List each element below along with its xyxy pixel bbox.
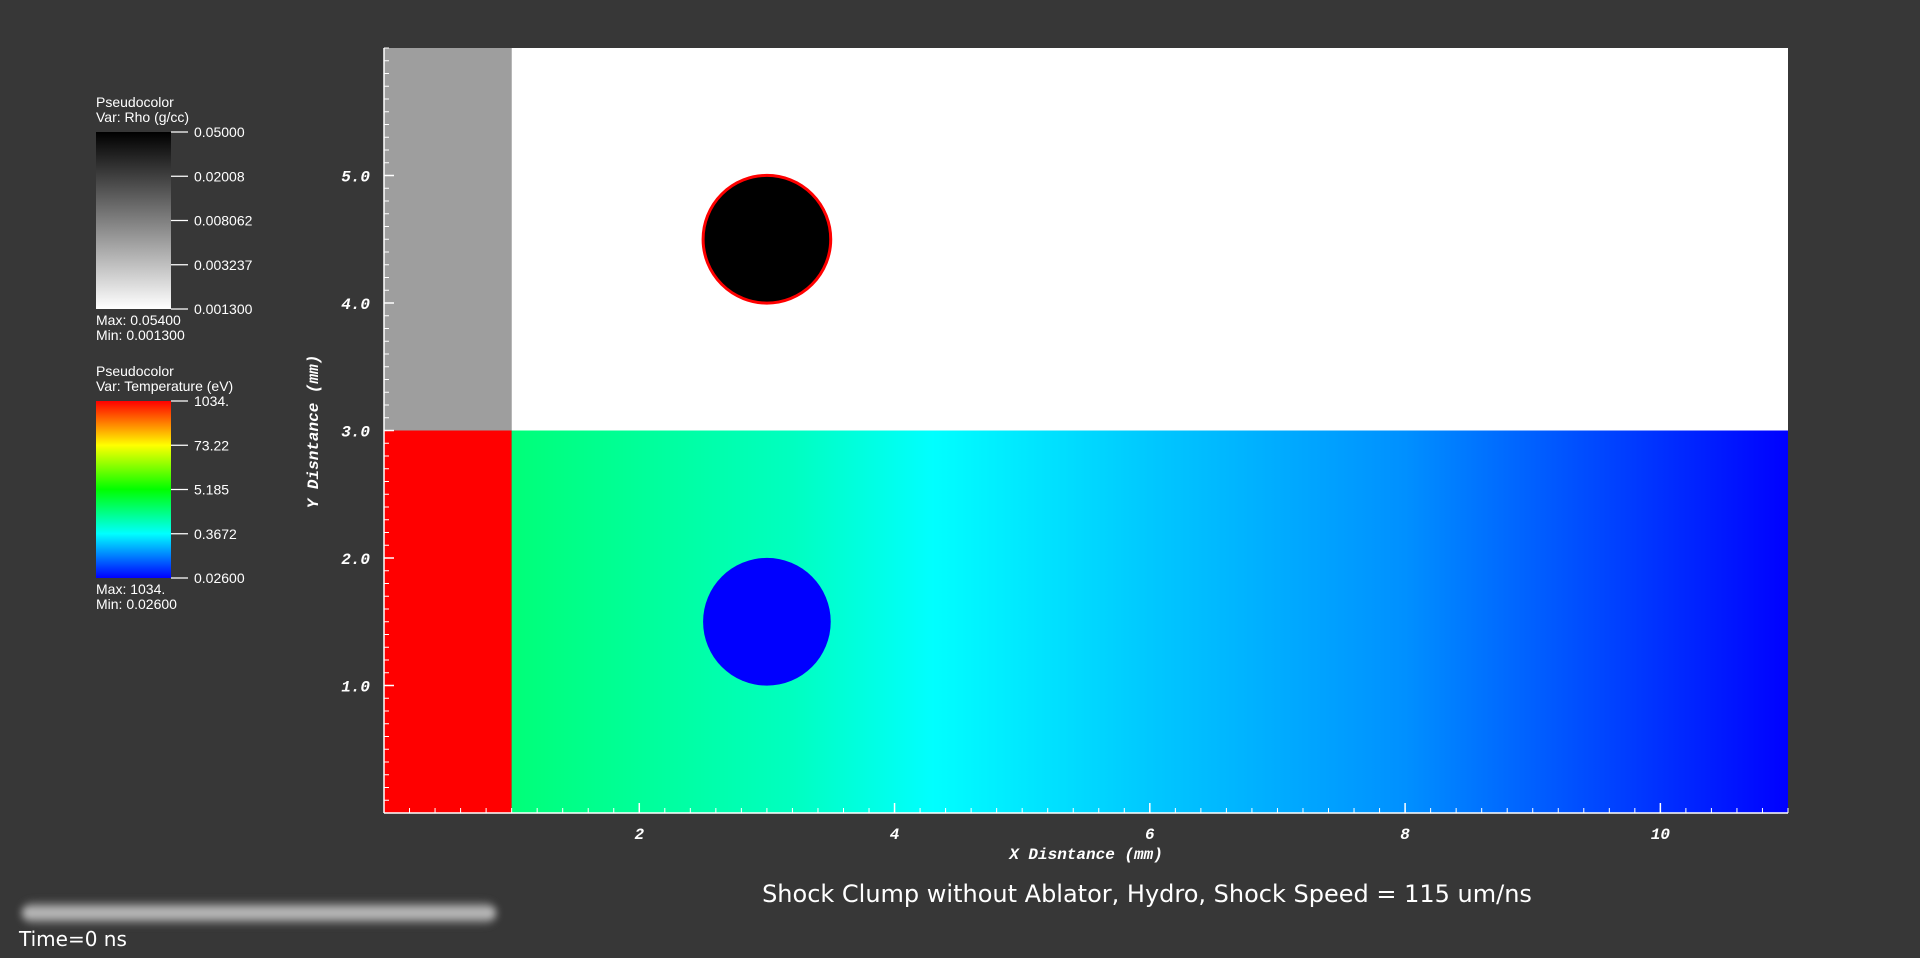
legend-tick-label: 0.02008	[194, 168, 245, 184]
density-region-0	[384, 48, 512, 431]
legend-tick-label: 0.003237	[194, 257, 253, 273]
y-axis-label: Y Disntance (mm)	[305, 355, 323, 509]
y-tick-label: 2.0	[341, 551, 370, 569]
y-tick-label: 5.0	[341, 169, 370, 187]
legend-1: PseudocolorVar: Temperature (eV)1034. 73.…	[96, 363, 245, 612]
legend-type-label: Pseudocolor	[96, 94, 174, 110]
legend-var-label: Var: Rho (g/cc)	[96, 109, 189, 125]
x-tick-label: 2	[634, 826, 644, 844]
legends: PseudocolorVar: Rho (g/cc)0.050000.02008…	[96, 94, 253, 612]
chart-title: Shock Clump without Ablator, Hydro, Shoc…	[762, 880, 1532, 908]
legend-tick-label: 0.3672	[194, 526, 237, 542]
y-tick-label: 4.0	[341, 296, 370, 314]
legend-type-label: Pseudocolor	[96, 363, 174, 379]
temperature-region-0	[384, 430, 512, 813]
legend-var-label: Var: Temperature (eV)	[96, 378, 233, 394]
legend-tick-label: 5.185	[194, 482, 229, 498]
y-tick-label: 1.0	[341, 679, 370, 697]
time-slider-bar[interactable]	[22, 902, 496, 924]
plot-canvas: PseudocolorVar: Rho (g/cc)0.050000.02008…	[18, 47, 1789, 951]
visualization-window: Pseudocolor Var: Rho (g/cc) 0.05000 0.02008…	[0, 0, 1920, 958]
legend-tick-label: 1034.	[194, 393, 229, 409]
legend-0: PseudocolorVar: Rho (g/cc) 0.05000 0.02008…	[96, 94, 253, 343]
temperature-clump-circle	[703, 557, 831, 686]
x-tick-label: 10	[1651, 826, 1671, 844]
legend-tick-label: 0.001300	[194, 301, 253, 317]
temperature-gradient-region	[511, 430, 1788, 813]
density-clump-circle	[701, 173, 833, 305]
x-tick-label: 4	[890, 826, 900, 844]
time-label: Time=0 ns	[18, 927, 127, 951]
plot-field	[384, 48, 1788, 813]
legend-max-label: Max: 1034.	[96, 581, 165, 597]
x-tick-label: 6	[1145, 826, 1155, 844]
x-axis-label: X Disntance (mm)	[1008, 846, 1163, 864]
x-tick-label: 8	[1400, 826, 1410, 844]
legend-colorbar	[96, 132, 171, 309]
legend-tick-label: 0.008062	[194, 213, 253, 229]
legend-max-label: Max: 0.05400	[96, 312, 181, 328]
legend-tick-label: 0.02600	[194, 570, 245, 586]
y-tick-label: 3.0	[341, 424, 370, 442]
legend-colorbar	[96, 401, 171, 578]
legend-min-label: Min: 0.02600	[96, 596, 177, 612]
legend-tick-label: 73.22	[194, 437, 229, 453]
legend-min-label: Min: 0.001300	[96, 327, 185, 343]
legend-tick-label: 0.05000	[194, 124, 245, 140]
